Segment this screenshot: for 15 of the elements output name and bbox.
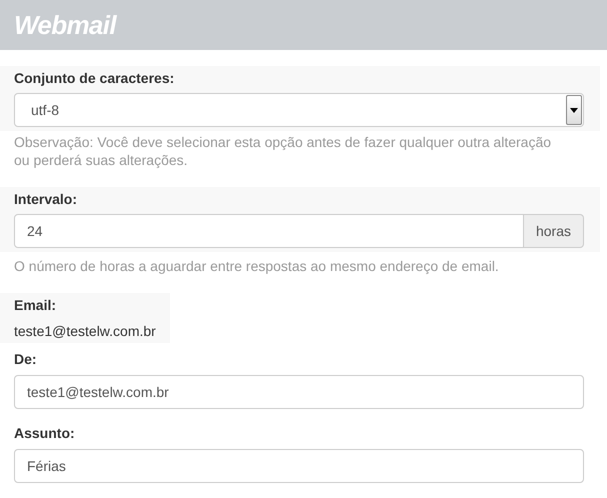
charset-select[interactable]: utf-8 (14, 93, 584, 127)
hint-text: O número de horas a aguardar entre respostas ao mesmo endereço de email. (13, 257, 500, 276)
email-address: teste1@testelw.com.br (14, 322, 156, 341)
from-input[interactable]: teste1@testelw.com.br (14, 375, 584, 409)
field-label: De: (14, 350, 38, 369)
field-label: Assunto: (14, 424, 76, 443)
field-label: Conjunto de caracteres: (14, 69, 176, 88)
dropdown-icon[interactable] (566, 95, 582, 125)
subject-input[interactable]: Férias (14, 449, 584, 483)
field-label: Email: (14, 296, 58, 315)
field-label: Intervalo: (14, 190, 78, 209)
select-value: utf-8 (31, 100, 60, 120)
hint-text: Observação: Você deve selecionar esta opção antes de fazer qualquer outra alteração ou perderá suas alterações. (13, 133, 552, 169)
unit-addon: horas (524, 214, 584, 248)
interval-input[interactable]: 24 (14, 214, 524, 248)
